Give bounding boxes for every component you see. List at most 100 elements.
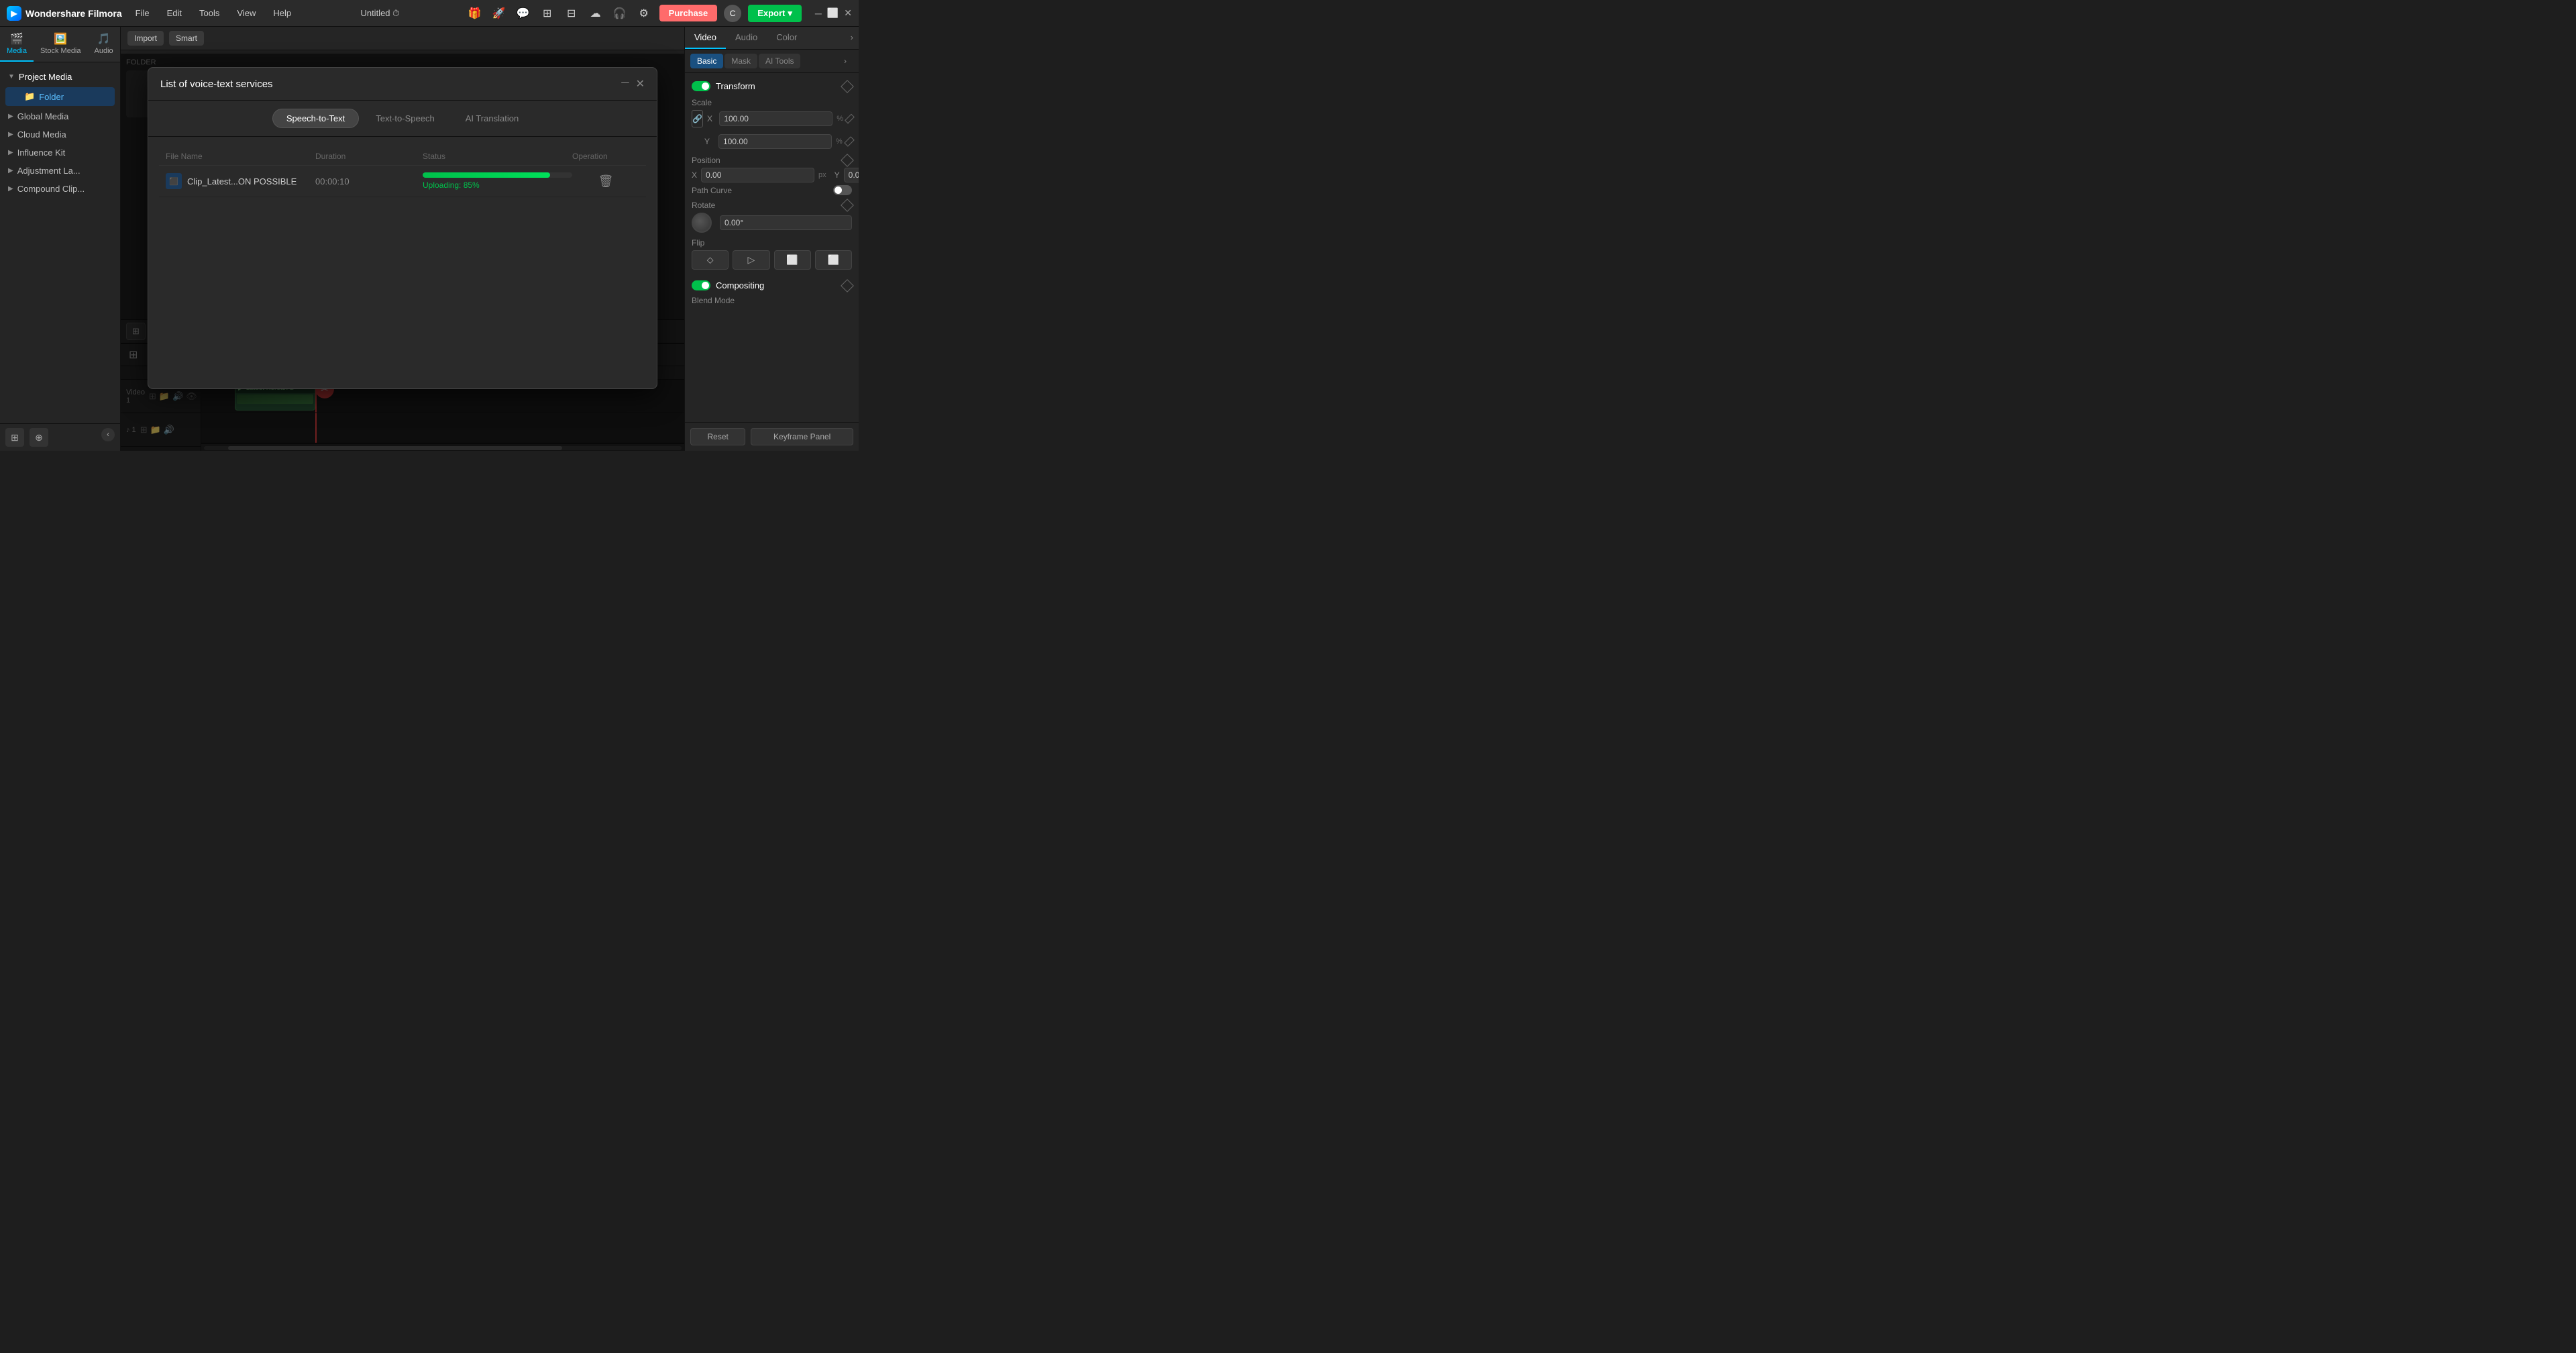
logo-icon: ▶	[7, 6, 21, 21]
scale-y-input[interactable]	[718, 134, 832, 149]
rotate-keyframe[interactable]	[841, 199, 854, 212]
tab-speech-to-text[interactable]: Speech-to-Text	[272, 109, 359, 128]
more-tabs-button[interactable]: ›	[845, 27, 859, 49]
compositing-keyframe[interactable]	[841, 279, 854, 292]
sidebar-item-cloud-media[interactable]: ▶ Cloud Media	[0, 125, 120, 144]
headset-icon[interactable]: 🎧	[611, 5, 629, 22]
tab-video[interactable]: Video	[685, 27, 726, 49]
layout-icon[interactable]: ⊞	[539, 5, 556, 22]
position-keyframe[interactable]	[841, 154, 854, 167]
export-button[interactable]: Export ▾	[748, 5, 802, 22]
rotate-input[interactable]	[720, 215, 852, 230]
rocket-icon[interactable]: 🚀	[490, 5, 508, 22]
tab-audio[interactable]: 🎵 Audio	[88, 27, 120, 62]
scale-x-keyframe[interactable]	[845, 114, 855, 124]
path-curve-toggle[interactable]	[833, 185, 852, 195]
modal-header-buttons: ─ ✕	[621, 77, 645, 91]
menu-file[interactable]: File	[133, 7, 152, 19]
tab-media[interactable]: 🎬 Media	[0, 27, 34, 62]
flip-option3-button[interactable]: ⬜	[774, 250, 811, 270]
keyframe-panel-button[interactable]: Keyframe Panel	[751, 428, 853, 445]
sidebar-item-influence-kit[interactable]: ▶ Influence Kit	[0, 144, 120, 162]
modal-overlay: List of voice-text services ─ ✕ Speech-t…	[121, 54, 684, 451]
menu-help[interactable]: Help	[270, 7, 294, 19]
minimize-button[interactable]: ─	[815, 8, 822, 19]
right-sub-tabs: Basic Mask AI Tools ›	[685, 50, 859, 73]
sidebar-item-global-media[interactable]: ▶ Global Media	[0, 107, 120, 125]
progress-bar-container	[423, 172, 572, 178]
tab-ai-translation[interactable]: AI Translation	[451, 109, 533, 128]
rotate-row	[692, 213, 852, 233]
tab-audio-label: Audio	[95, 47, 113, 55]
scale-y-keyframe[interactable]	[844, 136, 855, 147]
position-x-input[interactable]	[701, 168, 814, 182]
header-duration: Duration	[315, 152, 423, 161]
tab-stock-label: Stock Media	[40, 47, 81, 55]
settings-icon[interactable]: ⚙	[635, 5, 653, 22]
scale-x-input[interactable]	[719, 111, 833, 126]
transform-toggle[interactable]	[692, 81, 710, 91]
audio-icon: 🎵	[97, 32, 111, 46]
sub-tab-basic[interactable]: Basic	[690, 54, 723, 68]
flip-option4-button[interactable]: ⬜	[815, 250, 852, 270]
tab-color[interactable]: Color	[767, 27, 806, 49]
gift-icon[interactable]: 🎁	[466, 5, 484, 22]
add-folder-button[interactable]: ⊞	[5, 428, 24, 447]
sub-tabs-more-button[interactable]: ›	[837, 54, 853, 68]
chevron-right-icon: ▶	[8, 113, 13, 120]
media-tabs: 🎬 Media 🖼️ Stock Media 🎵 Audio	[0, 27, 120, 62]
sidebar-actions: ⊞ ⊕ ‹	[0, 423, 120, 451]
maximize-button[interactable]: ⬜	[827, 7, 839, 19]
operation-cell: 🗑	[572, 174, 639, 188]
chevron-right-icon: ▶	[8, 131, 13, 138]
flip-row: ⬦ ▷ ⬜ ⬜	[692, 250, 852, 270]
sidebar-item-label: Global Media	[17, 111, 69, 121]
close-button[interactable]: ✕	[844, 7, 852, 19]
tab-audio[interactable]: Audio	[726, 27, 767, 49]
sidebar-folder-label: Folder	[39, 92, 64, 102]
sidebar-item-compound-clip[interactable]: ▶ Compound Clip...	[0, 180, 120, 198]
sidebar-item-adjustment[interactable]: ▶ Adjustment La...	[0, 162, 120, 180]
flip-section: Flip	[692, 238, 852, 248]
tab-stock-media[interactable]: 🖼️ Stock Media	[34, 27, 88, 62]
media-toolbar: Import Smart	[121, 27, 684, 50]
feedback-icon[interactable]: 💬	[515, 5, 532, 22]
cloud-icon[interactable]: ☁	[587, 5, 604, 22]
position-y-input[interactable]	[844, 168, 859, 182]
status-cell: Uploading: 85%	[423, 172, 572, 190]
transform-keyframe-button[interactable]	[841, 80, 854, 93]
sub-tab-mask[interactable]: Mask	[724, 54, 757, 68]
menu-tools[interactable]: Tools	[197, 7, 222, 19]
tab-text-to-speech[interactable]: Text-to-Speech	[362, 109, 448, 128]
transform-header[interactable]: Transform	[692, 78, 852, 94]
right-footer: Reset Keyframe Panel	[685, 422, 859, 451]
import-button[interactable]: Import	[127, 31, 164, 46]
transform-group: Transform Scale 🔗 X % Y	[692, 78, 852, 270]
flip-horizontal-button[interactable]: ⬦	[692, 250, 729, 270]
rotate-wheel[interactable]	[692, 213, 712, 233]
compositing-header[interactable]: Compositing	[692, 278, 852, 293]
modal-minimize-button[interactable]: ─	[621, 77, 629, 91]
compositing-toggle[interactable]	[692, 280, 710, 290]
delete-row-button[interactable]: 🗑	[598, 174, 614, 188]
collapse-panel-button[interactable]: ‹	[101, 428, 115, 441]
menu-view[interactable]: View	[234, 7, 258, 19]
workspace-icon[interactable]: ⊟	[563, 5, 580, 22]
modal-close-button[interactable]: ✕	[636, 77, 645, 91]
chevron-right-icon: ▶	[8, 167, 13, 174]
path-curve-row: Path Curve	[692, 185, 852, 195]
avatar[interactable]: C	[724, 5, 741, 22]
sidebar-item-folder[interactable]: 📁 Folder	[5, 87, 115, 106]
sidebar-item-project-media[interactable]: ▼ Project Media	[0, 68, 120, 86]
add-item-button[interactable]: ⊕	[30, 428, 48, 447]
file-name-cell: ⬛ Clip_Latest...ON POSSIBLE	[166, 173, 315, 189]
scale-link-icon: 🔗	[692, 110, 703, 127]
sidebar-tree: ▼ Project Media 📁 Folder ▶ Global Media …	[0, 62, 120, 423]
smart-button[interactable]: Smart	[169, 31, 204, 46]
menu-edit[interactable]: Edit	[164, 7, 184, 19]
reset-button[interactable]: Reset	[690, 428, 745, 445]
flip-vertical-button[interactable]: ▷	[733, 250, 769, 270]
sub-tab-ai-tools[interactable]: AI Tools	[759, 54, 800, 68]
modal-title: List of voice-text services	[160, 78, 273, 90]
purchase-button[interactable]: Purchase	[659, 5, 718, 21]
